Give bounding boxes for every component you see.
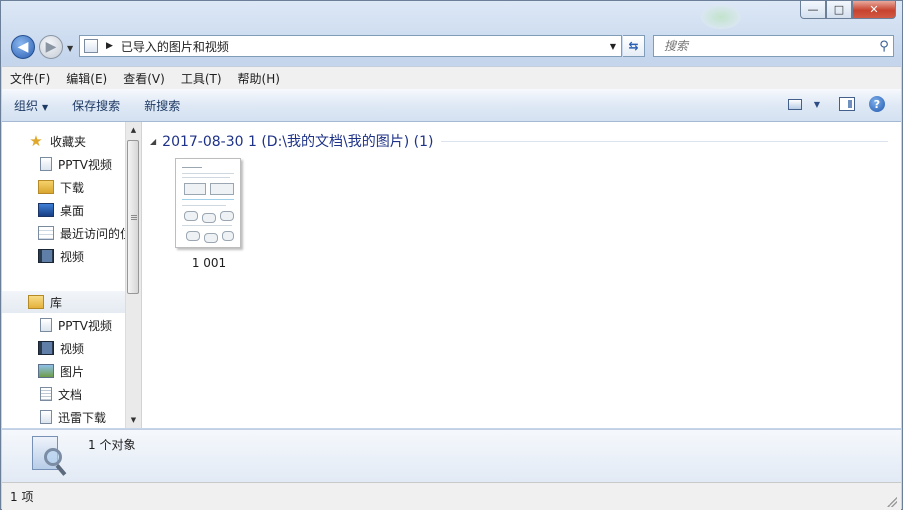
video-folder-icon	[38, 249, 54, 263]
nav-libraries-label: 库	[50, 295, 63, 310]
grip-icon	[131, 215, 137, 221]
navigation-pane: ★ 收藏夹 PPTV视频 下载 桌面 最近访问的位置 视频 库	[2, 122, 125, 428]
nav-item-pptv[interactable]: PPTV视频	[2, 153, 125, 175]
resize-grip-icon[interactable]	[887, 497, 897, 507]
arrow-right-icon: ▶	[45, 39, 57, 55]
address-bar[interactable]: ▶ 已导入的图片和视频 ▼	[79, 35, 622, 57]
nav-item-label: 视频	[60, 341, 85, 356]
star-icon: ★	[29, 132, 43, 150]
recent-pages-dropdown[interactable]: ▼	[67, 44, 73, 53]
file-list[interactable]: ◢ 2017-08-30 1 (D:\我的文档\我的图片) (1) 1 001	[142, 122, 901, 428]
menu-help[interactable]: 帮助(H)	[230, 70, 288, 87]
close-button[interactable]: ✕	[852, 1, 896, 19]
organize-button[interactable]: 组织 ▼	[2, 97, 60, 114]
file-name[interactable]: 1 001	[175, 256, 243, 270]
document-icon	[40, 318, 52, 332]
nav-favorites[interactable]: ★ 收藏夹	[2, 130, 125, 152]
caption-buttons: — □ ✕	[800, 1, 896, 19]
menu-tools[interactable]: 工具(T)	[173, 70, 230, 87]
selection-summary: 1 个对象	[88, 438, 136, 452]
command-bar-right: ▼ ?	[775, 94, 887, 114]
video-library-icon	[38, 341, 54, 355]
group-header-label: 2017-08-30 1 (D:\我的文档\我的图片) (1)	[162, 134, 434, 150]
menu-view[interactable]: 查看(V)	[115, 70, 173, 87]
scroll-up-icon[interactable]: ▲	[126, 122, 141, 138]
maximize-button[interactable]: □	[826, 1, 852, 19]
refresh-button[interactable]: ⇆	[623, 35, 645, 57]
nav-item-desktop[interactable]: 桌面	[2, 199, 125, 221]
preview-pane-icon	[839, 97, 855, 111]
organize-label: 组织	[14, 98, 39, 113]
scroll-down-icon[interactable]: ▼	[126, 412, 141, 428]
group-header[interactable]: ◢ 2017-08-30 1 (D:\我的文档\我的图片) (1)	[150, 131, 888, 151]
nav-libraries[interactable]: 库	[2, 291, 125, 313]
status-item-count: 1 项	[10, 490, 34, 504]
recent-places-icon	[38, 226, 54, 240]
refresh-icon: ⇆	[628, 39, 639, 53]
view-button[interactable]	[785, 94, 805, 114]
nav-item-label: PPTV视频	[58, 157, 113, 172]
document-icon	[40, 157, 52, 171]
nav-item-label: 迅雷下载	[58, 410, 107, 425]
image-thumbnail[interactable]	[175, 158, 241, 248]
nav-item-downloads[interactable]: 下载	[2, 176, 125, 198]
view-icon	[788, 98, 802, 110]
menu-edit[interactable]: 编辑(E)	[58, 70, 115, 87]
pictures-library-icon	[38, 364, 54, 378]
nav-lib-videos[interactable]: 视频	[2, 337, 125, 359]
command-bar: 组织 ▼ 保存搜索 新搜索 ▼ ?	[2, 89, 901, 122]
new-search-button[interactable]: 新搜索	[132, 97, 192, 114]
navigation-scrollbar[interactable]: ▲ ▼	[125, 122, 141, 428]
chevron-down-icon: ▼	[42, 102, 49, 112]
nav-item-label: 文档	[58, 387, 83, 402]
save-search-button[interactable]: 保存搜索	[60, 97, 132, 114]
help-icon: ?	[869, 96, 885, 112]
saved-search-icon	[28, 436, 68, 476]
breadcrumb-separator-icon[interactable]: ▶	[106, 41, 113, 51]
nav-favorites-label: 收藏夹	[50, 134, 87, 149]
nav-lib-documents[interactable]: 文档	[2, 383, 125, 405]
chevron-down-icon: ▼	[813, 99, 821, 109]
explorer-window: — □ ✕ ◀ ▶ ▼ ▶ 已导入的图片和视频 ▼ ⇆ ⚲ 文件(F) 编辑(E…	[0, 0, 903, 510]
address-path[interactable]: 已导入的图片和视频	[121, 38, 605, 55]
arrow-left-icon: ◀	[17, 39, 29, 55]
details-pane: 1 个对象	[2, 429, 901, 482]
nav-lib-thunder[interactable]: 迅雷下载	[2, 406, 125, 428]
nav-item-label: 视频	[60, 249, 85, 264]
preview-pane-button[interactable]	[837, 94, 857, 114]
search-input[interactable]	[662, 38, 875, 54]
desktop-icon	[38, 203, 54, 217]
help-button[interactable]: ?	[867, 94, 887, 114]
forward-button[interactable]: ▶	[39, 35, 63, 59]
view-dropdown[interactable]: ▼	[807, 94, 827, 114]
file-item[interactable]: 1 001	[175, 158, 243, 270]
nav-item-label: PPTV视频	[58, 318, 113, 333]
minimize-button[interactable]: —	[800, 1, 826, 19]
document-icon	[40, 410, 52, 424]
search-box[interactable]: ⚲	[653, 35, 894, 57]
scroll-thumb[interactable]	[127, 140, 139, 294]
download-folder-icon	[38, 180, 54, 194]
nav-item-label: 最近访问的位置	[60, 226, 125, 241]
background-blur	[701, 5, 741, 29]
nav-item-label: 图片	[60, 364, 85, 379]
back-button[interactable]: ◀	[11, 35, 35, 59]
nav-item-recent[interactable]: 最近访问的位置	[2, 222, 125, 244]
nav-item-label: 桌面	[60, 203, 85, 218]
documents-library-icon	[40, 387, 52, 401]
collapse-triangle-icon[interactable]: ◢	[150, 137, 156, 146]
search-folder-icon	[84, 39, 98, 53]
nav-item-videos[interactable]: 视频	[2, 245, 125, 267]
menu-file[interactable]: 文件(F)	[2, 70, 58, 87]
library-icon	[28, 295, 44, 309]
menu-bar: 文件(F) 编辑(E) 查看(V) 工具(T) 帮助(H)	[2, 66, 901, 90]
nav-lib-pictures[interactable]: 图片	[2, 360, 125, 382]
status-bar: 1 项	[2, 482, 901, 510]
nav-item-label: 下载	[60, 180, 85, 195]
magnifier-icon[interactable]: ⚲	[875, 39, 893, 54]
nav-lib-pptv[interactable]: PPTV视频	[2, 314, 125, 336]
address-dropdown-icon[interactable]: ▼	[605, 42, 621, 51]
